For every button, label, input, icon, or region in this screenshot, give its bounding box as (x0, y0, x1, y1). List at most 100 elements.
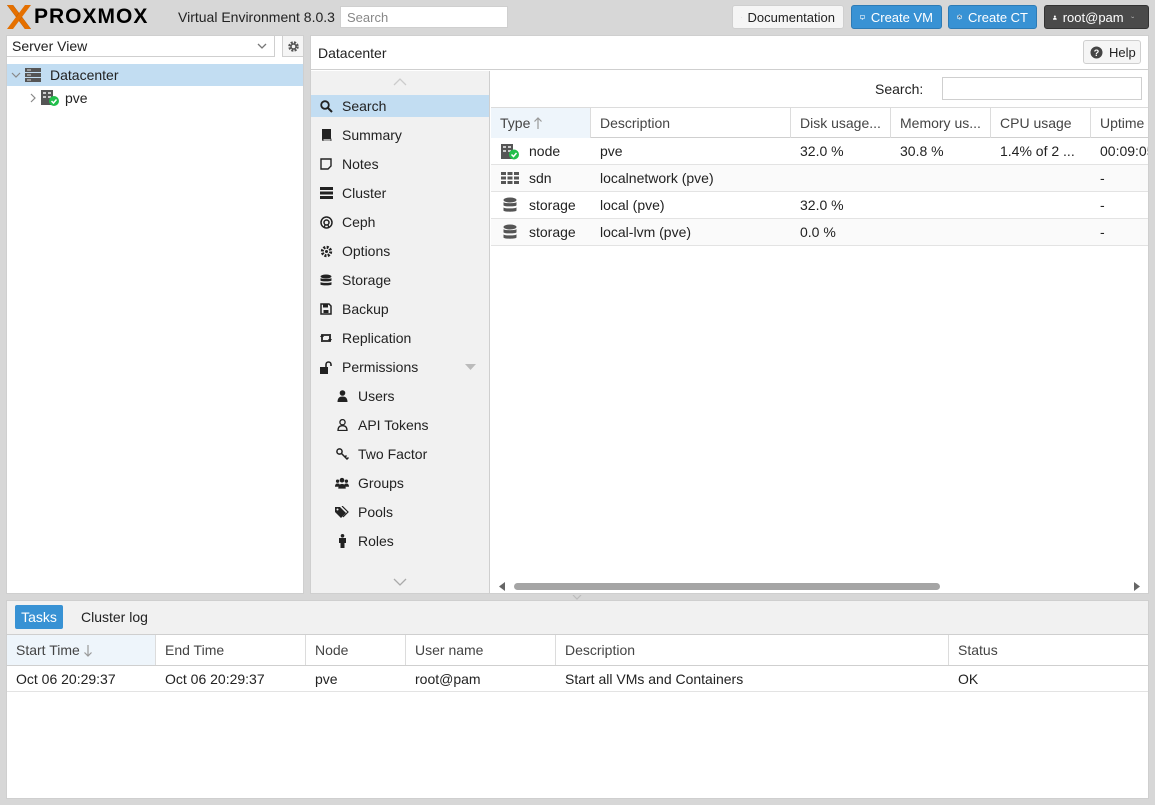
user-icon (1053, 14, 1057, 20)
documentation-button[interactable]: Documentation (732, 5, 844, 29)
cell-disk: 32.0 % (800, 197, 844, 213)
nav-item-roles[interactable]: Roles (311, 530, 489, 552)
nav-item-label: Groups (358, 475, 404, 491)
table-row[interactable]: node pve 32.0 % 30.8 % 1.4% of 2 ... 00:… (491, 138, 1148, 165)
column-header-memory[interactable]: Memory us... (891, 108, 991, 138)
resource-tree-panel (6, 35, 304, 594)
column-label: Start Time (16, 642, 80, 658)
proxmox-x-icon (7, 5, 31, 29)
column-header-node[interactable]: Node (306, 635, 406, 665)
key-icon (335, 447, 349, 461)
column-label: User name (415, 642, 484, 658)
create-vm-label: Create VM (870, 9, 933, 25)
view-settings-button[interactable] (282, 35, 304, 57)
column-label: Node (315, 642, 349, 658)
gear-icon (319, 244, 333, 258)
nav-item-groups[interactable]: Groups (311, 472, 489, 494)
nav-item-notes[interactable]: Notes (311, 153, 489, 175)
scrollbar-thumb[interactable] (514, 583, 940, 590)
column-header-start-time[interactable]: Start Time (7, 635, 156, 665)
nav-item-label: Roles (358, 533, 394, 549)
table-row[interactable]: sdn localnetwork (pve) - (491, 165, 1148, 192)
column-header-status[interactable]: Status (949, 635, 1148, 665)
nav-item-backup[interactable]: Backup (311, 298, 489, 320)
column-label: CPU usage (1000, 115, 1072, 131)
grid-search-label: Search: (875, 81, 924, 97)
nav-item-summary[interactable]: Summary (311, 124, 489, 146)
cell-node: pve (315, 671, 338, 687)
nav-item-label: API Tokens (358, 417, 429, 433)
database-icon (319, 273, 333, 287)
column-header-cpu[interactable]: CPU usage (991, 108, 1091, 138)
table-row[interactable]: storage local (pve) 32.0 % - (491, 192, 1148, 219)
nav-scroll-mask (311, 561, 489, 593)
database-icon (503, 197, 517, 212)
nav-item-ceph[interactable]: Ceph (311, 211, 489, 233)
collapse-icon[interactable] (465, 364, 476, 370)
cell-memory: 30.8 % (900, 143, 944, 159)
nav-item-users[interactable]: Users (311, 385, 489, 407)
column-header-type[interactable]: Type (491, 108, 591, 138)
version-label: Virtual Environment 8.0.3 (178, 9, 335, 25)
scroll-right-icon[interactable] (1134, 582, 1140, 591)
nav-item-storage[interactable]: Storage (311, 269, 489, 291)
task-row[interactable]: Oct 06 20:29:37 Oct 06 20:29:37 pve root… (7, 666, 1148, 692)
nav-item-pools[interactable]: Pools (311, 501, 489, 523)
tree-item-pve[interactable]: pve (7, 87, 303, 109)
nav-item-label: Two Factor (358, 446, 428, 462)
column-header-user-name[interactable]: User name (406, 635, 556, 665)
create-ct-button[interactable]: Create CT (948, 5, 1037, 29)
retweet-icon (319, 331, 333, 345)
column-header-end-time[interactable]: End Time (156, 635, 306, 665)
node-online-icon (501, 143, 519, 159)
column-label: Memory us... (900, 115, 981, 131)
cell-type: node (491, 138, 591, 164)
column-header-uptime[interactable]: Uptime (1091, 108, 1148, 138)
chevron-down-icon[interactable] (11, 70, 21, 80)
server-view-select[interactable]: Server View (6, 35, 275, 57)
nav-item-search[interactable]: Search (311, 95, 489, 117)
nav-item-two-factor[interactable]: Two Factor (311, 443, 489, 465)
cell-disk: 32.0 % (800, 143, 844, 159)
user-menu-button[interactable]: root@pam (1044, 5, 1149, 29)
nav-item-label: Backup (342, 301, 389, 317)
help-button[interactable]: ? Help (1083, 40, 1141, 64)
ceph-icon (319, 215, 333, 229)
nav-item-options[interactable]: Options (311, 240, 489, 262)
nav-item-replication[interactable]: Replication (311, 327, 489, 349)
nav-item-label: Storage (342, 272, 392, 288)
nav-item-permissions[interactable]: Permissions (311, 356, 489, 378)
nav-item-cluster[interactable]: Cluster (311, 182, 489, 204)
grid-search-input[interactable] (942, 77, 1142, 100)
note-icon (319, 157, 333, 171)
tab-cluster-log[interactable]: Cluster log (81, 609, 148, 625)
datacenter-icon (25, 68, 41, 82)
column-header-disk[interactable]: Disk usage... (791, 108, 891, 138)
cell-type: sdn (491, 165, 591, 191)
sort-desc-icon (83, 644, 92, 657)
chevron-right-icon[interactable] (29, 93, 37, 103)
cell-uptime: - (1100, 224, 1105, 240)
tab-tasks[interactable]: Tasks (15, 605, 63, 629)
horizontal-scrollbar[interactable] (491, 579, 1148, 593)
scroll-left-icon[interactable] (499, 582, 505, 591)
cell-type: storage (491, 192, 591, 218)
sort-asc-icon (534, 116, 543, 129)
create-vm-button[interactable]: Create VM (851, 5, 942, 29)
cell-start-time: Oct 06 20:29:37 (16, 671, 116, 687)
nav-item-api-tokens[interactable]: API Tokens (311, 414, 489, 436)
scroll-up-icon[interactable] (393, 78, 407, 86)
tree-item-datacenter[interactable]: Datacenter (7, 64, 303, 86)
proxmox-logo[interactable]: PROXMOX (6, 4, 148, 30)
scroll-down-icon[interactable] (393, 578, 407, 586)
cell-cpu: 1.4% of 2 ... (1000, 143, 1075, 159)
nav-item-label: Users (358, 388, 395, 404)
global-search-input[interactable] (340, 6, 508, 28)
cell-text: sdn (529, 170, 552, 186)
column-header-description[interactable]: Description (591, 108, 791, 138)
column-label: Description (565, 642, 636, 658)
column-header-description[interactable]: Description (556, 635, 949, 665)
table-row[interactable]: storage local-lvm (pve) 0.0 % - (491, 219, 1148, 246)
column-label: Status (958, 642, 998, 658)
user-outline-icon (335, 418, 349, 432)
